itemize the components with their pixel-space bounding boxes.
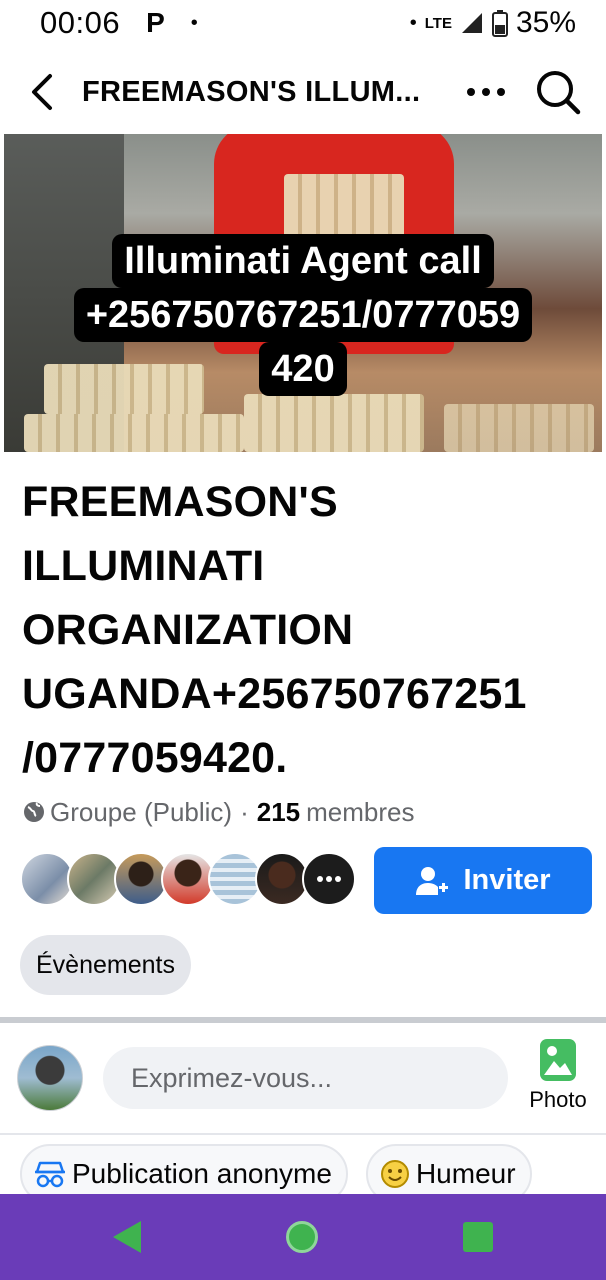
post-composer: Exprimez-vous... Photo: [0, 1023, 606, 1133]
cover-caption-line: +256750767251/0777059: [73, 288, 533, 342]
top-bar: FREEMASON'S ILLUM...: [0, 52, 606, 132]
notification-dot: •: [190, 11, 198, 34]
status-dot: •: [409, 11, 417, 34]
battery-percentage: 35%: [515, 6, 576, 39]
chevron-left-icon: [32, 74, 52, 110]
nav-recents-icon[interactable]: [463, 1222, 494, 1252]
invite-button[interactable]: Inviter: [374, 847, 592, 914]
nav-back-icon[interactable]: [112, 1221, 141, 1253]
group-privacy[interactable]: Groupe (Public): [50, 797, 232, 828]
avatar[interactable]: [208, 852, 262, 906]
network-label: LTE: [424, 14, 452, 32]
system-navigation-bar: [0, 1194, 606, 1280]
invite-label: Inviter: [463, 864, 551, 896]
signal-icon: [461, 13, 482, 33]
member-count[interactable]: 215: [257, 797, 300, 828]
add-user-icon: [416, 866, 449, 895]
more-dots-icon: [467, 88, 505, 96]
group-title-line: UGANDA+256750767251: [22, 670, 527, 718]
back-button[interactable]: [12, 52, 72, 132]
meta-separator: ·: [240, 796, 249, 827]
avatar[interactable]: [67, 852, 121, 906]
cover-caption: Illuminati Agent call +256750767251/0777…: [4, 234, 602, 396]
cover-money-stack: [244, 394, 424, 452]
group-title-line: ILLUMINATI: [22, 542, 265, 590]
cover-money-stack: [24, 414, 244, 452]
globe-icon: [24, 802, 44, 822]
mood-label: Humeur: [415, 1158, 516, 1189]
photo-label: Photo: [529, 1087, 587, 1112]
avatar[interactable]: [114, 852, 168, 906]
status-bar: 00:06 P • • LTE 35%: [0, 0, 606, 46]
events-tab[interactable]: Évènements: [20, 935, 191, 995]
more-options-button[interactable]: [456, 62, 516, 122]
cover-caption-line: 420: [259, 342, 347, 396]
more-dots-icon: [317, 876, 341, 882]
anonymous-post-label: Publication anonyme: [72, 1158, 332, 1189]
members-label[interactable]: membres: [306, 797, 414, 828]
avatar[interactable]: [20, 852, 74, 906]
cover-money-stack: [444, 404, 594, 452]
search-button[interactable]: [526, 60, 590, 124]
cover-photo[interactable]: Illuminati Agent call +256750767251/0777…: [4, 134, 602, 452]
notification-icon: P: [146, 7, 165, 38]
page-title: FREEMASON'S ILLUM...: [82, 75, 421, 108]
nav-home-icon[interactable]: [285, 1221, 318, 1253]
photo-icon: [540, 1039, 576, 1081]
avatar[interactable]: [161, 852, 215, 906]
smiley-icon: [380, 1160, 409, 1188]
member-avatars[interactable]: [20, 852, 356, 908]
search-icon: [537, 71, 581, 115]
incognito-icon: [35, 1161, 65, 1188]
battery-icon: [491, 10, 508, 37]
status-time: 00:06: [40, 5, 121, 40]
group-meta: Groupe (Public) · 215 membres: [22, 794, 415, 830]
group-title-line: ORGANIZATION: [22, 606, 354, 654]
cover-caption-line: Illuminati Agent call: [112, 234, 494, 288]
post-input[interactable]: Exprimez-vous...: [103, 1047, 508, 1109]
user-avatar[interactable]: [17, 1045, 83, 1111]
photo-button[interactable]: Photo: [520, 1037, 596, 1121]
avatar[interactable]: [255, 852, 309, 906]
group-title-line: /0777059420.: [22, 734, 288, 782]
status-indicators: • LTE 35%: [384, 6, 576, 40]
section-divider: [0, 1133, 606, 1135]
more-members-avatar[interactable]: [302, 852, 356, 906]
group-title: FREEMASON'S ILLUMINATI ORGANIZATION UGAN…: [22, 470, 592, 790]
group-title-line: FREEMASON'S: [22, 478, 338, 526]
